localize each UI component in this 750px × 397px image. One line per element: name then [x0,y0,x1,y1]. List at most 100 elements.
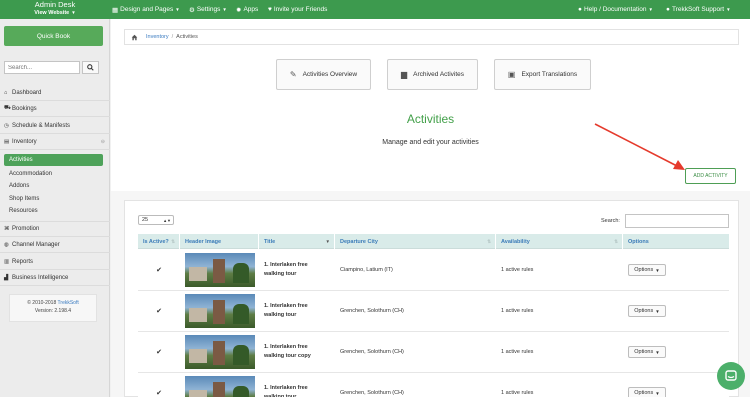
availability: 1 active rules [501,267,534,273]
home-icon: ⌂ [4,89,8,96]
breadcrumb-current: Activities [176,34,198,40]
options-button[interactable]: Options ▼ [628,387,666,397]
chevron-down-icon: ▼ [655,349,660,355]
header-image-thumbnail[interactable] [185,335,255,369]
annotation-arrow [594,123,685,170]
header-image-thumbnail[interactable] [185,253,255,287]
table-row: ✔ 1. Interlaken free walking tour Ciampi… [138,250,729,291]
column-departure-city[interactable]: Departure City ⇅ [335,234,496,249]
table-search-input[interactable] [625,214,729,228]
help-menu[interactable]: ● Help / Documentation ▼ [578,0,653,19]
options-button[interactable]: Options ▼ [628,305,666,317]
chat-icon [725,370,737,381]
menu-settings[interactable]: ⚙ Settings ▼ [189,0,227,19]
chevron-down-icon: ▼ [655,308,660,314]
sort-icon: ⇅ [614,238,618,244]
add-activity-button[interactable]: ADD ACTIVITY [685,168,736,184]
activity-title[interactable]: 1. Interlaken free walking tour [259,250,335,290]
departure-city: Grenchen, Solothurn (CH) [340,308,404,314]
chart-icon: ▟ [4,274,9,281]
copyright-box: © 2010-2018 TrekkSoft Version: 2.198.4 [9,294,97,322]
departure-city: Ciampino, Latium (IT) [340,267,393,273]
sort-icon: ⇅ [171,238,175,244]
table-row: ✔ 1. Interlaken free walking tour Grench… [138,373,729,397]
version-text: Version: 2.198.4 [34,308,72,314]
breadcrumb-inventory[interactable]: Inventory [146,34,169,40]
grid-icon: ▦ [112,6,119,14]
options-button[interactable]: Options ▼ [628,264,666,276]
active-check-icon: ✔ [156,308,162,315]
map-marker-icon: ✎ [289,70,297,79]
menu-invite-friends[interactable]: ♥ Invite your Friends [268,0,327,19]
table-header: Is Active? ⇅ Header Image Title ▼ Departur… [138,234,729,249]
sort-desc-icon: ▼ [325,239,330,244]
home-icon[interactable] [131,34,138,41]
table-search-label: Search: [601,218,620,224]
search-input[interactable] [4,61,80,74]
sidebar-item-reports[interactable]: ▥ Reports [0,254,110,270]
chevron-down-icon: ▼ [648,7,653,12]
sidebar-sub-activities[interactable]: Activities [4,154,103,166]
view-website-link[interactable]: View Website ▼ [10,9,100,17]
sidebar: Quick Book ⌂Dashboard ⛟Bookings ◷Schedul… [0,19,110,397]
menu-design-and-pages[interactable]: ▦ Design and Pages ▼ [112,0,180,19]
chevron-down-icon: ▼ [222,7,227,12]
sidebar-item-dashboard[interactable]: ⌂ Dashboard [0,85,110,101]
column-availability[interactable]: Availability ⇅ [496,234,623,249]
header-image-thumbnail[interactable] [185,294,255,328]
departure-city: Grenchen, Solothurn (CH) [340,390,404,396]
sidebar-sub-accommodation[interactable]: Accommodation [9,171,52,177]
column-header-image[interactable]: Header Image [180,234,259,249]
sidebar-sub-resources[interactable]: Resources [9,208,38,214]
activity-title[interactable]: 1. Interlaken free walking tour [259,291,335,331]
list-icon: ▤ [4,138,10,145]
table-row: ✔ 1. Interlaken free walking tour Grench… [138,291,729,332]
column-options: Options [628,238,649,245]
collapse-icon[interactable]: ⊖ [101,139,105,145]
sidebar-sub-shop-items[interactable]: Shop Items [9,196,39,202]
search-button[interactable] [82,61,99,74]
export-translations-button[interactable]: ▣ Export Translations [494,59,591,90]
chevron-down-icon: ▼ [71,10,76,15]
top-bar: Admin Desk View Website ▼ ▦ Design and Pag… [0,0,750,19]
sidebar-item-business-intelligence[interactable]: ▟ Business Intelligence [0,270,110,286]
sort-arrows-icon: ▲▼ [163,217,171,223]
globe-icon: ◍ [4,241,9,248]
breadcrumb: Inventory / Activities [124,29,739,45]
sort-icon: ⇅ [487,238,491,244]
header-image-thumbnail[interactable] [185,376,255,397]
column-title[interactable]: Title ▼ [259,234,335,249]
chevron-down-icon: ▼ [175,7,180,12]
report-icon: ▥ [4,258,10,265]
quick-book-button[interactable]: Quick Book [4,26,103,46]
sidebar-item-bookings[interactable]: ⛟ Bookings [0,101,110,117]
clock-icon: ◷ [4,122,9,129]
activity-title[interactable]: 1. Interlaken free walking tour copy [259,332,335,372]
heart-icon: ♥ [268,6,272,13]
column-is-active[interactable]: Is Active? ⇅ [138,234,180,249]
table-row: ✔ 1. Interlaken free walking tour copy G… [138,332,729,373]
search-icon [87,64,94,71]
activities-overview-button[interactable]: ✎ Activities Overview [276,59,371,90]
chat-button[interactable] [717,362,745,390]
options-button[interactable]: Options ▼ [628,346,666,358]
user-menu[interactable]: ● TrekkSoft Support ▼ [666,0,731,19]
sidebar-item-inventory[interactable]: ▤ Inventory ⊖ [0,134,110,150]
sidebar-item-schedule[interactable]: ◷ Schedule & Manifests [0,118,110,134]
sidebar-item-promotion[interactable]: ⌘ Promotion [0,221,110,237]
sidebar-item-channel-manager[interactable]: ◍ Channel Manager [0,237,110,253]
chevron-down-icon: ▼ [655,267,660,273]
brand[interactable]: Admin Desk View Website ▼ [10,1,100,17]
trekksoft-link[interactable]: TrekkSoft [58,300,79,306]
activity-title[interactable]: 1. Interlaken free walking tour [259,373,335,397]
main-content: Inventory / Activities ✎ Activities Overv… [111,19,750,397]
user-icon: ● [666,6,670,13]
app-title: Admin Desk [34,0,76,9]
page-length-select[interactable]: 25 ▲▼ [138,215,174,225]
menu-apps[interactable]: ✹ Apps [236,0,258,19]
gear-icon: ⚙ [189,6,195,14]
archived-activities-button[interactable]: ▆ Archived Activites [387,59,478,90]
header-area: Inventory / Activities ✎ Activities Overv… [111,19,750,191]
active-check-icon: ✔ [156,267,162,274]
sidebar-sub-addons[interactable]: Addons [9,183,29,189]
